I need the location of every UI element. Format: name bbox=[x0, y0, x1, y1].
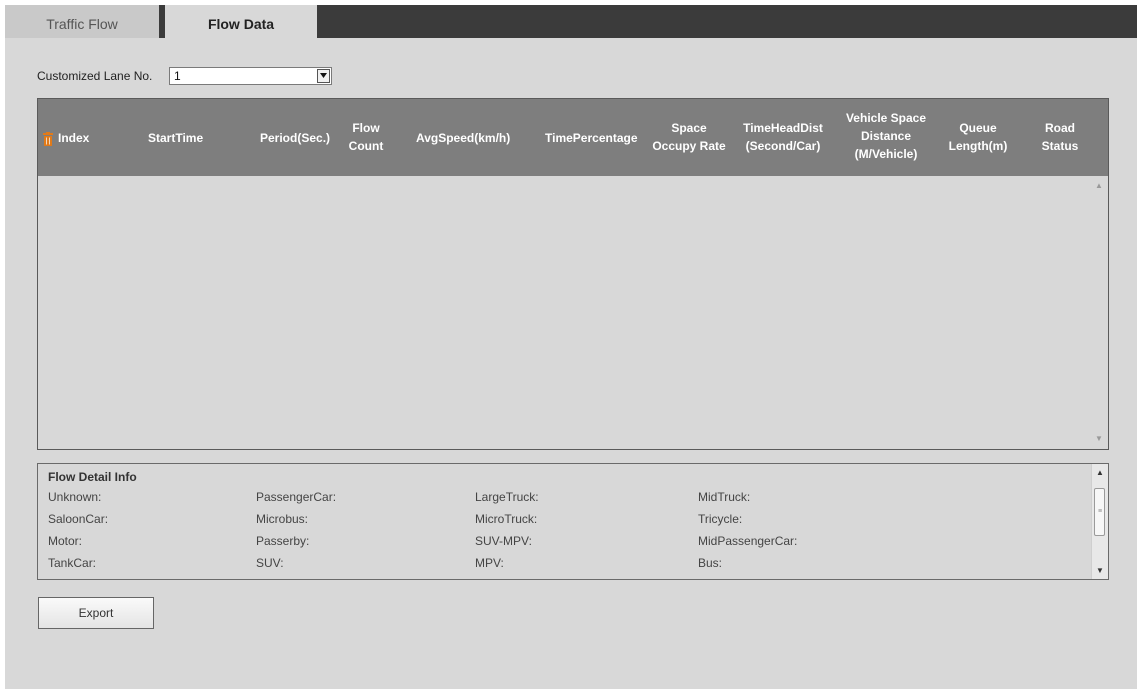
col-road-status: Road Status bbox=[1041, 121, 1079, 153]
flow-detail-title: Flow Detail Info bbox=[48, 470, 137, 484]
col-flow-count: Flow Count bbox=[348, 121, 384, 153]
detail-label-midpassengercar: MidPassengerCar: bbox=[698, 534, 798, 548]
flow-data-panel: Traffic Flow Flow Data Customized Lane N… bbox=[5, 5, 1137, 689]
col-vehicle-space: Vehicle Space Distance (M/Vehicle) bbox=[845, 111, 927, 161]
detail-scrollbar[interactable]: ▲ ≡ ▼ bbox=[1091, 464, 1108, 579]
detail-label-suv: SUV: bbox=[256, 556, 284, 570]
detail-label-tankcar: TankCar: bbox=[48, 556, 97, 570]
detail-label-bus: Bus: bbox=[698, 556, 723, 570]
detail-label-midtruck: MidTruck: bbox=[698, 490, 751, 504]
detail-label-mpv: MPV: bbox=[475, 556, 504, 570]
trash-icon[interactable] bbox=[42, 132, 54, 146]
detail-label-passengercar: PassengerCar: bbox=[256, 490, 337, 504]
col-period: Period(Sec.) bbox=[260, 131, 331, 145]
col-time-percentage: TimePercentage bbox=[545, 131, 638, 145]
table-header: Index StartTime Period(Sec.) Flow Count A… bbox=[38, 99, 1108, 176]
detail-label-suv-mpv: SUV-MPV: bbox=[475, 534, 532, 548]
table-scrollbar[interactable]: ▲ ▼ bbox=[1094, 179, 1106, 445]
flow-data-table: Index StartTime Period(Sec.) Flow Count A… bbox=[37, 98, 1109, 450]
tab-bar: Traffic Flow Flow Data bbox=[5, 5, 1137, 38]
detail-label-tricycle: Tricycle: bbox=[698, 512, 743, 526]
col-avg-speed: AvgSpeed(km/h) bbox=[416, 131, 511, 145]
detail-label-passerby: Passerby: bbox=[256, 534, 310, 548]
export-button[interactable]: Export bbox=[38, 597, 154, 629]
tab-traffic-flow[interactable]: Traffic Flow bbox=[5, 5, 159, 38]
col-queue-length: Queue Length(m) bbox=[948, 121, 1008, 153]
detail-label-unknown: Unknown: bbox=[48, 490, 102, 504]
detail-label-microbus: Microbus: bbox=[256, 512, 309, 526]
detail-label-largetruck: LargeTruck: bbox=[475, 490, 539, 504]
grip-icon: ≡ bbox=[1098, 508, 1103, 515]
scroll-up-icon[interactable]: ▲ bbox=[1095, 181, 1103, 190]
lane-label: Customized Lane No. bbox=[37, 69, 153, 83]
scrollbar-thumb[interactable]: ≡ bbox=[1094, 488, 1105, 536]
scroll-down-icon[interactable]: ▼ bbox=[1096, 566, 1104, 575]
chevron-down-icon[interactable] bbox=[317, 69, 330, 83]
scroll-up-icon[interactable]: ▲ bbox=[1096, 468, 1104, 477]
col-start-time: StartTime bbox=[148, 131, 204, 145]
tab-flow-data[interactable]: Flow Data bbox=[165, 5, 317, 38]
lane-select-value: 1 bbox=[174, 69, 181, 83]
col-index: Index bbox=[58, 131, 90, 145]
col-space-occupy: Space Occupy Rate bbox=[652, 121, 726, 153]
flow-detail-panel: Flow Detail Info Unknown: PassengerCar: … bbox=[37, 463, 1109, 580]
scroll-down-icon[interactable]: ▼ bbox=[1095, 434, 1103, 443]
detail-label-microtruck: MicroTruck: bbox=[475, 512, 538, 526]
detail-label-motor: Motor: bbox=[48, 534, 83, 548]
lane-select[interactable]: 1 bbox=[169, 67, 332, 85]
detail-label-slooncar: SaloonCar: bbox=[48, 512, 109, 526]
col-time-head-dist: TimeHeadDist (Second/Car) bbox=[743, 121, 823, 153]
